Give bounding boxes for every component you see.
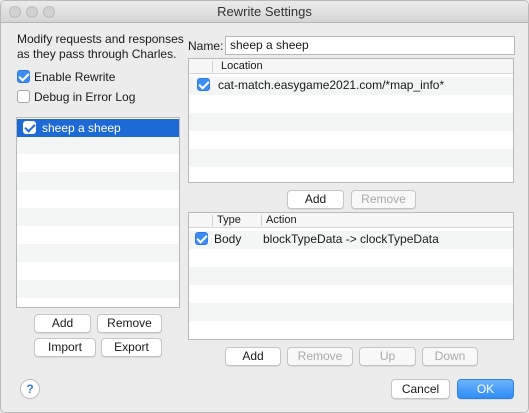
- set-label: sheep a sheep: [42, 121, 121, 135]
- rewrite-settings-window: Rewrite Settings Modify requests and res…: [0, 0, 529, 413]
- description-line-2: as they pass through Charles.: [17, 47, 177, 61]
- move-rule-up-button[interactable]: Up: [359, 347, 416, 366]
- location-enabled-checkbox[interactable]: [197, 78, 210, 91]
- table-row[interactable]: Body blockTypeData -> clockTypeData: [189, 229, 513, 249]
- description-line-1: Modify requests and responses: [17, 32, 184, 46]
- location-column-header[interactable]: Location: [221, 60, 263, 72]
- location-cell: cat-match.easygame2021.com/*map_info*: [218, 78, 445, 92]
- locations-table[interactable]: Location cat-match.easygame2021.com/*map…: [188, 58, 514, 183]
- add-set-button[interactable]: Add: [34, 314, 91, 333]
- title-bar: Rewrite Settings: [1, 1, 528, 23]
- rule-action-cell: blockTypeData -> clockTypeData: [263, 232, 439, 246]
- name-label: Name:: [188, 39, 224, 53]
- table-row[interactable]: cat-match.easygame2021.com/*map_info*: [189, 75, 513, 95]
- remove-set-button[interactable]: Remove: [97, 314, 162, 333]
- window-title: Rewrite Settings: [217, 4, 312, 19]
- column-separator: [212, 215, 213, 226]
- export-button[interactable]: Export: [101, 338, 162, 357]
- debug-error-log-checkbox[interactable]: [17, 90, 30, 103]
- cancel-button[interactable]: Cancel: [391, 379, 450, 399]
- import-button[interactable]: Import: [34, 338, 96, 357]
- column-separator: [261, 215, 262, 226]
- column-separator: [212, 61, 213, 72]
- set-enabled-checkbox[interactable]: [23, 121, 36, 134]
- list-item-sheep-a-sheep[interactable]: sheep a sheep: [17, 119, 179, 137]
- enable-rewrite-checkbox[interactable]: [17, 70, 30, 83]
- add-location-button[interactable]: Add: [287, 190, 344, 209]
- action-column-header[interactable]: Action: [266, 214, 297, 226]
- move-rule-down-button[interactable]: Down: [422, 347, 478, 366]
- ok-button[interactable]: OK: [457, 379, 514, 399]
- remove-rule-button[interactable]: Remove: [287, 347, 353, 366]
- locations-table-header: Location: [189, 59, 513, 74]
- help-icon[interactable]: ?: [20, 379, 40, 399]
- type-column-header[interactable]: Type: [217, 214, 241, 226]
- rewrite-sets-list[interactable]: sheep a sheep: [16, 117, 180, 308]
- rules-table[interactable]: Type Action Body blockTypeData -> clockT…: [188, 212, 514, 340]
- rules-table-header: Type Action: [189, 213, 513, 228]
- rule-type-cell: Body: [214, 232, 242, 246]
- enable-rewrite-label[interactable]: Enable Rewrite: [34, 70, 115, 84]
- rule-enabled-checkbox[interactable]: [195, 232, 208, 245]
- debug-error-log-label[interactable]: Debug in Error Log: [34, 90, 135, 104]
- name-input[interactable]: sheep a sheep: [225, 36, 515, 55]
- add-rule-button[interactable]: Add: [225, 347, 281, 366]
- remove-location-button[interactable]: Remove: [351, 190, 416, 209]
